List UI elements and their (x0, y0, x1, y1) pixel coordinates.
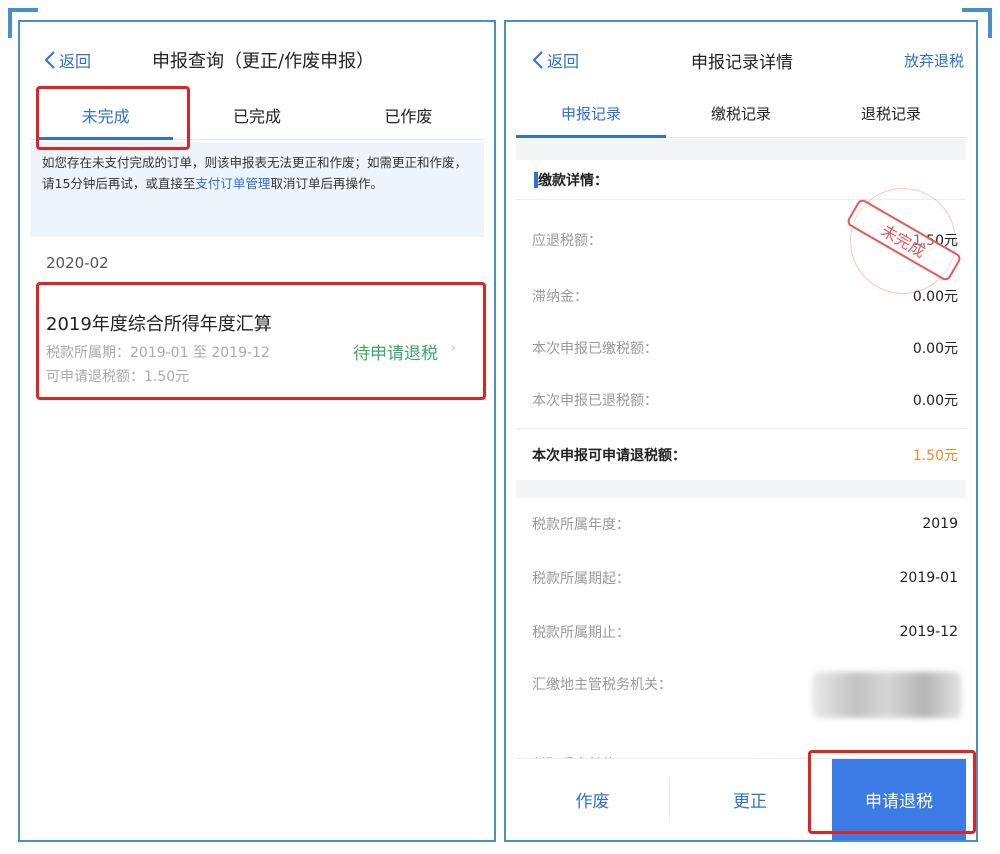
record-title: 2019年度综合所得年度汇算 (46, 314, 272, 335)
active-tab-indicator (38, 137, 174, 140)
row-label: 本次申报已退税额： (532, 393, 658, 409)
correct-button[interactable]: 更正 (670, 759, 830, 840)
tab-incomplete[interactable]: 未完成 (30, 90, 181, 140)
tab-declaration-record[interactable]: 申报记录 (516, 90, 666, 138)
corner-bracket (8, 8, 12, 38)
section-title: 缴款详情： (538, 172, 608, 189)
detail-row: 应退税额： 1.50元 (516, 214, 966, 266)
notice-banner: 如您存在未支付完成的订单，则该申报表无法更正和作废；如需更正和作废，请15分钟后… (30, 142, 484, 237)
row-label: 滞纳金： (532, 289, 588, 305)
row-label: 应退税额： (532, 233, 602, 249)
redacted-value (812, 672, 962, 718)
row-value: 2019 (922, 516, 958, 532)
detail-row: 滞纳金： 0.00元 (516, 270, 966, 322)
section-divider (516, 480, 966, 498)
row-label: 汇缴地主管税务机关： (532, 677, 672, 693)
info-row: 税款所属期止： 2019-12 (516, 606, 966, 658)
corner-bracket (988, 8, 992, 38)
page-title: 申报记录详情 (691, 52, 793, 73)
tab-label: 未完成 (81, 106, 130, 126)
date-group-header: 2020-02 (46, 254, 109, 272)
corner-bracket (8, 8, 38, 12)
refundable-amount-row: 本次申报可申请退税额： 1.50元 (516, 428, 966, 480)
back-button[interactable]: 返回 (44, 48, 91, 72)
active-tab-indicator (516, 135, 666, 138)
detail-row: 本次申报已缴税额： 0.00元 (516, 322, 966, 374)
row-label: 本次申报可申请退税额： (532, 447, 686, 464)
record-refund-amount: 可申请退税额：1.50元 (46, 369, 190, 385)
row-value: 0.00元 (912, 393, 958, 409)
tab-label: 申报记录 (560, 105, 621, 123)
chevron-left-icon (532, 51, 543, 69)
back-label: 返回 (59, 52, 92, 71)
refundable-amount-value: 1.50元 (912, 447, 958, 464)
tab-label: 缴税记录 (710, 105, 771, 123)
right-screenshot-frame: 返回 申报记录详情 放弃退税 申报记录 缴税记录 退税记录 缴款详情： 应退税额… (504, 20, 978, 842)
tab-label: 已完成 (232, 106, 281, 126)
nav-bar: 返回 申报记录详情 放弃退税 (516, 32, 966, 88)
tab-label: 已作废 (384, 106, 433, 126)
back-label: 返回 (547, 52, 580, 71)
record-tabs: 申报记录 缴税记录 退税记录 (516, 90, 966, 138)
tab-label: 退税记录 (860, 105, 921, 123)
left-screenshot-frame: 返回 申报查询（更正/作废申报） 未完成 已完成 已作废 如您存在未支付完成的订… (18, 20, 496, 842)
detail-row: 本次申报已退税额： 0.00元 (516, 374, 966, 426)
row-value: 1.50元 (912, 233, 958, 249)
void-button[interactable]: 作废 (516, 777, 670, 822)
row-value: 2019-12 (899, 624, 959, 640)
abandon-refund-button[interactable]: 放弃退税 (904, 50, 964, 71)
record-detail-screen: 返回 申报记录详情 放弃退税 申报记录 缴税记录 退税记录 缴款详情： 应退税额… (516, 32, 966, 840)
row-label: 税款所属期起： (532, 571, 630, 587)
record-period: 税款所属期：2019-01 至 2019-12 (46, 345, 270, 361)
row-label: 本次申报已缴税额： (532, 341, 658, 357)
section-divider (516, 139, 966, 160)
chevron-right-icon: › (450, 340, 456, 356)
section-accent-bar (534, 171, 538, 188)
tab-completed[interactable]: 已完成 (181, 90, 332, 139)
tab-refund-record[interactable]: 退税记录 (816, 90, 966, 137)
chevron-left-icon (44, 51, 55, 69)
info-row: 税款所属期起： 2019-01 (516, 552, 966, 604)
row-value: 2019-01 (899, 570, 959, 586)
back-button[interactable]: 返回 (532, 48, 579, 72)
apply-refund-button[interactable]: 申请退税 (832, 759, 966, 840)
record-status: 待申请退税 (353, 344, 438, 364)
declaration-record-card[interactable]: 2019年度综合所得年度汇算 税款所属期：2019-01 至 2019-12 可… (38, 290, 470, 410)
payment-order-link[interactable]: 支付订单管理 (195, 176, 270, 191)
action-bar: 作废 更正 申请退税 (516, 758, 966, 840)
tab-payment-record[interactable]: 缴税记录 (666, 90, 816, 137)
section-header: 缴款详情： (516, 160, 966, 200)
row-label: 税款所属期止： (532, 625, 630, 641)
page-title: 申报查询（更正/作废申报） (152, 51, 375, 72)
nav-bar: 返回 申报查询（更正/作废申报） (30, 32, 484, 88)
status-tabs: 未完成 已完成 已作废 (30, 90, 484, 140)
notice-text-end: 取消订单后再操作。 (270, 176, 383, 191)
row-value: 0.00元 (912, 289, 958, 305)
row-value: 0.00元 (912, 341, 958, 357)
declaration-query-screen: 返回 申报查询（更正/作废申报） 未完成 已完成 已作废 如您存在未支付完成的订… (30, 32, 484, 840)
info-row: 税款所属年度： 2019 (516, 498, 966, 550)
tab-voided[interactable]: 已作废 (333, 90, 484, 139)
row-label: 税款所属年度： (532, 517, 630, 533)
